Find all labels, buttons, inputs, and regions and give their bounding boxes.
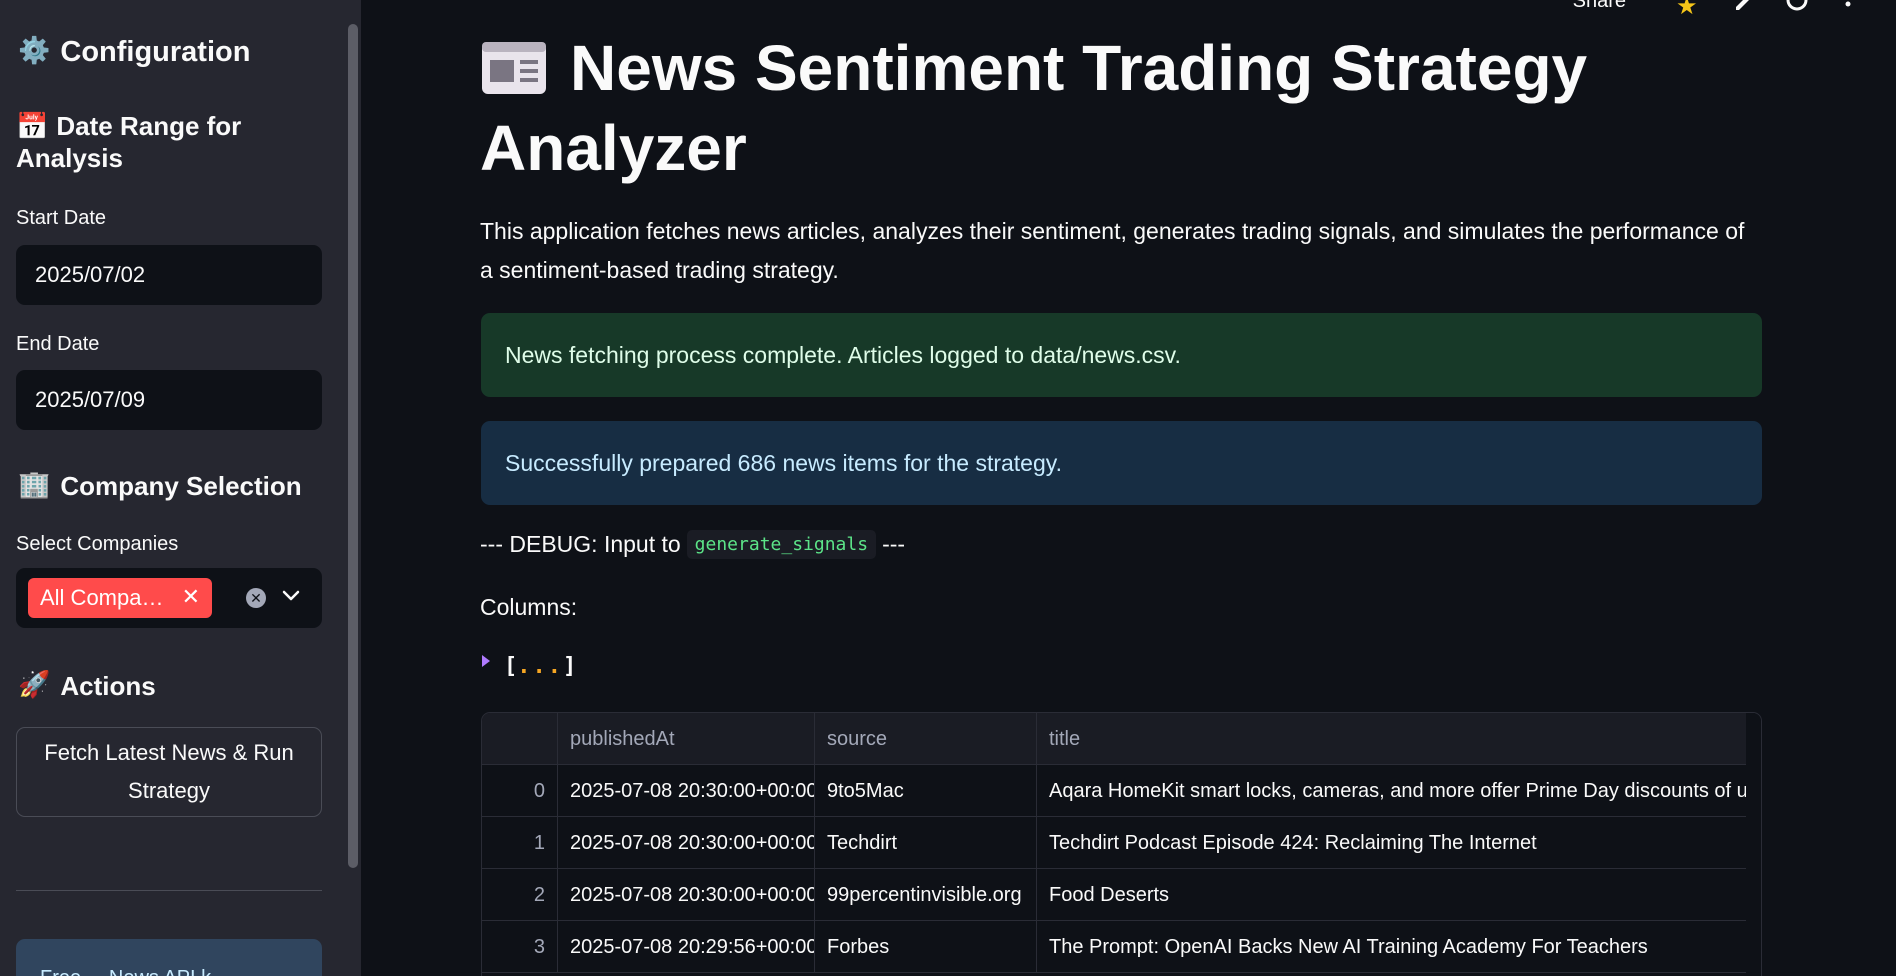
sidebar-scrollbar[interactable] — [348, 24, 358, 868]
header-source[interactable]: source — [815, 713, 1037, 765]
company-chip[interactable]: All Compa… ✕ — [28, 578, 212, 618]
actions-title: Actions — [60, 671, 156, 701]
cell-title[interactable]: Aqara HomeKit smart locks, cameras, and … — [1037, 765, 1748, 817]
cell-publishedat[interactable]: 2025-07-08 20:30:00+00:00 — [558, 869, 815, 921]
sidebar-actions-heading: 🚀 Actions — [18, 668, 156, 704]
row-index: 2 — [482, 869, 558, 921]
header-publishedat[interactable]: publishedAt — [558, 713, 815, 765]
gear-icon: ⚙️ — [18, 35, 51, 65]
success-message: News fetching process complete. Articles… — [505, 341, 1181, 368]
json-close-bracket: ] — [563, 654, 577, 679]
end-date-input[interactable]: 2025/07/09 — [16, 370, 322, 430]
expand-triangle-icon[interactable] — [482, 654, 490, 667]
cell-source[interactable]: Techdirt — [815, 817, 1037, 869]
json-open-bracket: [ — [504, 654, 518, 679]
info-message: Successfully prepared 686 news items for… — [505, 449, 1062, 476]
cell-publishedat[interactable]: 2025-07-08 20:30:00+00:00 — [558, 765, 815, 817]
newspaper-icon — [482, 42, 546, 94]
chevron-down-icon[interactable] — [280, 582, 302, 610]
table-row[interactable]: 2 2025-07-08 20:30:00+00:00 99percentinv… — [482, 869, 1748, 921]
more-icon[interactable] — [1840, 0, 1856, 14]
table-row[interactable]: 1 2025-07-08 20:30:00+00:00 Techdirt Tec… — [482, 817, 1748, 869]
table-row[interactable]: 3 2025-07-08 20:29:56+00:00 Forbes The P… — [482, 921, 1748, 973]
sidebar: ⚙️ Configuration 📅 Date Range for Analysi… — [0, 0, 361, 976]
office-building-icon: 🏢 — [18, 469, 51, 499]
table-row[interactable]: 0 2025-07-08 20:30:00+00:00 9to5Mac Aqar… — [482, 765, 1748, 817]
debug-line: --- DEBUG: Input to generate_signals --- — [480, 530, 905, 559]
end-date-label: End Date — [16, 333, 100, 355]
success-alert: News fetching process complete. Articles… — [481, 313, 1762, 397]
info-alert: Successfully prepared 686 news items for… — [481, 421, 1762, 505]
start-date-input[interactable]: 2025/07/02 — [16, 245, 322, 305]
title-line-1: News Sentiment Trading Strategy — [570, 32, 1588, 104]
chip-label: All Compa… — [40, 585, 164, 610]
cell-publishedat[interactable]: 2025-07-08 20:29:56+00:00 — [558, 921, 815, 973]
close-icon[interactable]: ✕ — [182, 584, 200, 610]
star-icon[interactable]: ★ — [1676, 0, 1698, 21]
table-header-row: publishedAt source title — [482, 713, 1748, 765]
json-dots: ... — [517, 654, 563, 679]
cell-source[interactable]: 9to5Mac — [815, 765, 1037, 817]
share-button[interactable]: Share — [1573, 0, 1626, 13]
edit-icon[interactable] — [1732, 0, 1756, 14]
config-title: Configuration — [60, 36, 251, 68]
header-title[interactable]: title — [1037, 713, 1748, 765]
intro-text: This application fetches news articles, … — [480, 218, 1745, 283]
columns-label: Columns: — [480, 594, 578, 620]
header-index — [482, 713, 558, 765]
sidebar-date-heading: 📅 Date Range for Analysis — [16, 110, 316, 174]
cell-title[interactable]: The Prompt: OpenAI Backs New AI Training… — [1037, 921, 1748, 973]
sidebar-info-box: Free ... News API k... — [16, 939, 322, 976]
sidebar-company-heading: 🏢 Company Selection — [18, 468, 302, 504]
row-index: 0 — [482, 765, 558, 817]
clear-icon[interactable]: ✕ — [246, 588, 266, 608]
page-title: News Sentiment Trading Strategy Analyzer — [480, 28, 1600, 188]
start-date-label: Start Date — [16, 207, 107, 229]
fetch-news-button[interactable]: Fetch Latest News & Run Strategy — [16, 727, 322, 817]
json-expander[interactable]: [ ... ] — [482, 654, 576, 679]
cell-publishedat[interactable]: 2025-07-08 20:30:00+00:00 — [558, 817, 815, 869]
cell-source[interactable]: 99percentinvisible.org — [815, 869, 1037, 921]
row-index: 3 — [482, 921, 558, 973]
cell-title[interactable]: Food Deserts — [1037, 869, 1748, 921]
rocket-icon: 🚀 — [18, 669, 51, 699]
company-title: Company Selection — [60, 471, 302, 501]
date-range-title: 📅 Date Range for Analysis — [16, 110, 316, 174]
date-range-title-text: Date Range for Analysis — [16, 111, 242, 173]
cell-title[interactable]: Techdirt Podcast Episode 424: Reclaiming… — [1037, 817, 1748, 869]
title-line-2: Analyzer — [480, 112, 747, 184]
news-dataframe[interactable]: publishedAt source title 0 2025-07-08 20… — [481, 712, 1762, 976]
debug-suffix: --- — [882, 531, 906, 557]
github-icon[interactable] — [1784, 0, 1810, 14]
debug-prefix: --- DEBUG: Input to — [480, 531, 681, 557]
table-scrollbar[interactable] — [1746, 713, 1761, 976]
sidebar-config-heading: ⚙️ Configuration — [18, 34, 250, 70]
select-companies-label: Select Companies — [16, 533, 179, 555]
sidebar-divider — [16, 890, 322, 891]
cell-source[interactable]: Forbes — [815, 921, 1037, 973]
row-index: 1 — [482, 817, 558, 869]
company-multiselect[interactable]: All Compa… ✕ ✕ — [16, 568, 322, 628]
debug-code: generate_signals — [686, 530, 877, 559]
calendar-icon: 📅 — [16, 111, 49, 141]
